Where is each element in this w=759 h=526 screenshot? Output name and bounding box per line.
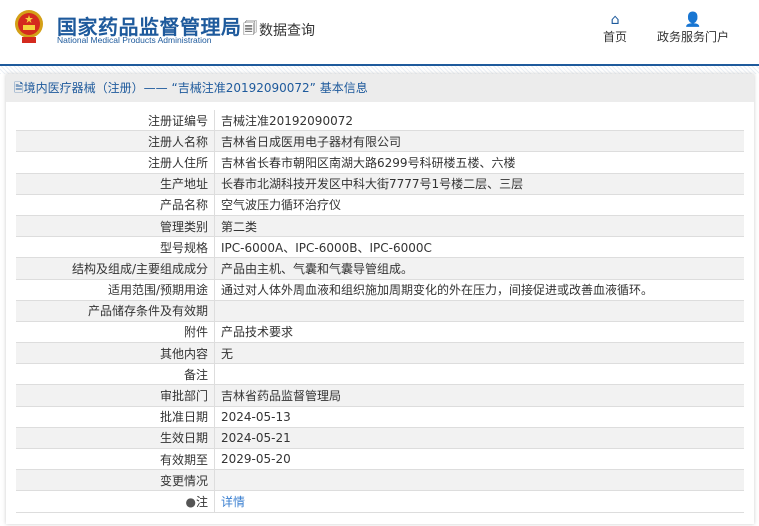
field-value: 2024-05-21 <box>214 427 744 450</box>
table-row: 产品名称 空气波压力循环治疗仪 <box>16 194 744 216</box>
field-label: 备注 <box>16 363 215 386</box>
details-link[interactable]: 详情 <box>221 495 245 509</box>
field-label: 有效期至 <box>16 448 215 471</box>
field-label: 管理类别 <box>16 215 215 238</box>
table-row: 生产地址 长春市北湖科技开发区中科大街7777号1号楼二层、三层 <box>16 173 744 195</box>
table-row: 生效日期 2024-05-21 <box>16 427 744 450</box>
field-label: 生效日期 <box>16 427 215 450</box>
field-value: 吉林省长春市朝阳区南湖大路6299号科研楼五楼、六楼 <box>214 151 744 174</box>
table-row: 管理类别 第二类 <box>16 215 744 238</box>
field-value: 详情 <box>214 490 744 513</box>
field-value: 吉械注准20192090072 <box>214 110 744 132</box>
table-row: 附件 产品技术要求 <box>16 321 744 344</box>
field-value <box>214 300 744 322</box>
field-label: 变更情况 <box>16 469 215 492</box>
table-row: 注册证编号 吉械注准20192090072 <box>16 110 744 132</box>
field-value: 产品技术要求 <box>214 321 744 344</box>
table-row: 备注 <box>16 363 744 386</box>
table-row: 审批部门 吉林省药品监督管理局 <box>16 384 744 407</box>
field-label: 注册证编号 <box>16 110 215 132</box>
divider-stripe <box>0 66 759 74</box>
nav-home[interactable]: ⌂ 首页 <box>603 12 627 45</box>
field-label: 产品储存条件及有效期 <box>16 300 215 322</box>
table-row: 变更情况 <box>16 469 744 492</box>
field-label: 注册人住所 <box>16 151 215 174</box>
document-icon: 🗎 <box>14 81 24 95</box>
field-value: 无 <box>214 342 744 365</box>
field-value: IPC-6000A、IPC-6000B、IPC-6000C <box>214 236 744 259</box>
field-label: 产品名称 <box>16 194 215 216</box>
table-row: 适用范围/预期用途 通过对人体外周血液和组织施加周期变化的外在压力，间接促进或改善… <box>16 279 744 301</box>
field-label: 结构及组成/主要组成成分 <box>16 257 215 280</box>
field-value: 2029-05-20 <box>214 448 744 471</box>
table-row: 结构及组成/主要组成成分 产品由主机、气囊和气囊导管组成。 <box>16 257 744 280</box>
national-emblem-logo <box>15 10 43 43</box>
table-row: 有效期至 2029-05-20 <box>16 448 744 471</box>
field-label: 批准日期 <box>16 406 215 428</box>
nav-service-portal[interactable]: 👤 政务服务门户 <box>657 12 729 45</box>
field-value <box>214 469 744 492</box>
panel-title-text: 境内医疗器械（注册）—— “吉械注准20192090072” 基本信息 <box>23 81 368 95</box>
detail-table: 注册证编号 吉械注准20192090072 注册人名称 吉林省日成医用电子器材有限公司… <box>16 110 744 513</box>
field-value: 第二类 <box>214 215 744 238</box>
field-label: ●注 <box>16 490 215 513</box>
table-row: 注册人住所 吉林省长春市朝阳区南湖大路6299号科研楼五楼、六楼 <box>16 151 744 174</box>
table-row: 注册人名称 吉林省日成医用电子器材有限公司 <box>16 130 744 153</box>
field-label: 附件 <box>16 321 215 344</box>
field-label: 审批部门 <box>16 384 215 407</box>
data-query-label: 数据查询 <box>259 23 315 39</box>
panel-title: 🗎境内医疗器械（注册）—— “吉械注准20192090072” 基本信息 <box>6 74 754 102</box>
field-value: 吉林省药品监督管理局 <box>214 384 744 407</box>
lightbulb-icon: ● <box>185 494 196 509</box>
field-label: 型号规格 <box>16 236 215 259</box>
field-value: 空气波压力循环治疗仪 <box>214 194 744 216</box>
data-query-link[interactable]: 🗐 数据查询 <box>243 18 315 42</box>
field-label: 生产地址 <box>16 173 215 195</box>
field-value: 2024-05-13 <box>214 406 744 428</box>
table-row-note: ●注 详情 <box>16 490 744 513</box>
table-row: 型号规格 IPC-6000A、IPC-6000B、IPC-6000C <box>16 236 744 259</box>
nav-portal-label: 政务服务门户 <box>657 30 730 44</box>
field-label: 适用范围/预期用途 <box>16 279 215 301</box>
site-header: 国家药品监督管理局 National Medical Products Admi… <box>0 0 759 66</box>
home-icon: ⌂ <box>610 12 620 28</box>
user-icon: 👤 <box>684 12 702 28</box>
field-label: 其他内容 <box>16 342 215 365</box>
field-label: 注册人名称 <box>16 130 215 153</box>
brand-subtitle: National Medical Products Administration <box>57 35 212 45</box>
nav-home-label: 首页 <box>603 30 628 44</box>
detail-panel: 🗎境内医疗器械（注册）—— “吉械注准20192090072” 基本信息 注册证… <box>6 74 754 524</box>
table-row: 其他内容无 <box>16 342 744 365</box>
field-value: 通过对人体外周血液和组织施加周期变化的外在压力，间接促进或改善血液循环。 <box>214 279 744 301</box>
table-row: 产品储存条件及有效期 <box>16 300 744 322</box>
note-label: 注 <box>195 494 208 509</box>
table-row: 批准日期 2024-05-13 <box>16 406 744 428</box>
document-search-icon: 🗐 <box>243 21 257 37</box>
field-value: 吉林省日成医用电子器材有限公司 <box>214 130 744 153</box>
field-value <box>214 363 744 386</box>
field-value: 长春市北湖科技开发区中科大街7777号1号楼二层、三层 <box>214 173 744 195</box>
field-value: 产品由主机、气囊和气囊导管组成。 <box>214 257 744 280</box>
